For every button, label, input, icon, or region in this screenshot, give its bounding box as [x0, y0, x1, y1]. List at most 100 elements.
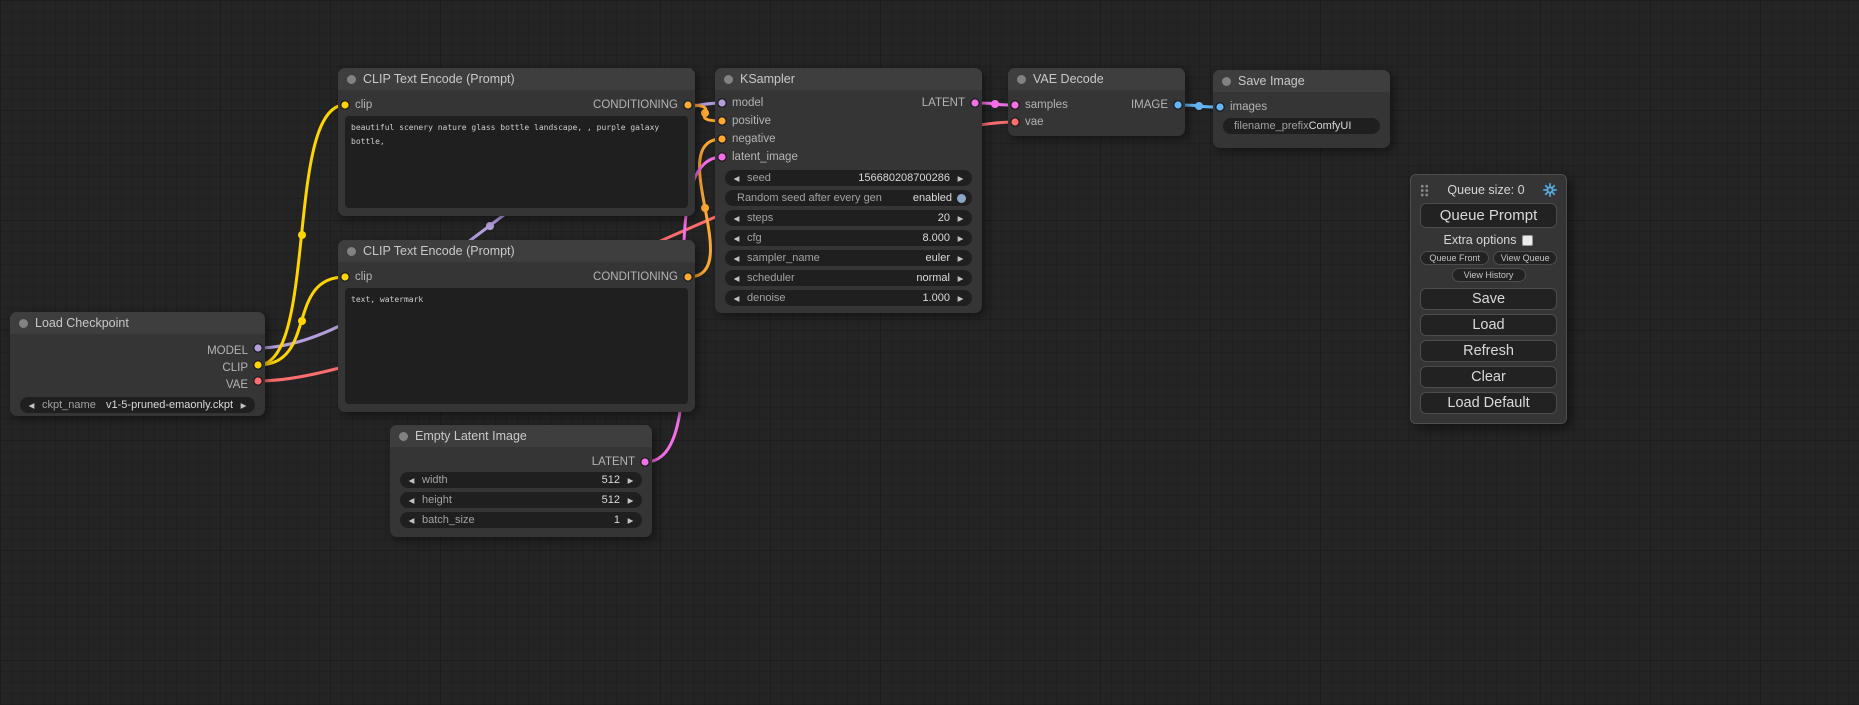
- arrow-left-icon[interactable]: ◀: [731, 274, 742, 283]
- widget-value: 156680208700286: [858, 172, 950, 184]
- node-ksampler[interactable]: KSampler model positive negative latent_…: [715, 68, 982, 313]
- drag-handle-icon[interactable]: [1420, 184, 1429, 197]
- node-title: CLIP Text Encode (Prompt): [363, 72, 515, 86]
- view-queue-button[interactable]: View Queue: [1493, 251, 1557, 265]
- widget-ckpt-name[interactable]: ◀ ckpt_name v1-5-pruned-emaonly.ckpt ▶: [20, 397, 255, 413]
- node-clip-positive-titlebar[interactable]: CLIP Text Encode (Prompt): [338, 68, 695, 90]
- link-midpoint-dot-cond-positive[interactable]: [701, 109, 709, 117]
- arrow-left-icon[interactable]: ◀: [406, 516, 417, 525]
- slot-input-samples[interactable]: samples: [1008, 97, 1068, 114]
- node-clip-text-encode-negative[interactable]: CLIP Text Encode (Prompt) clip CONDITION…: [338, 240, 695, 412]
- slot-output-clip[interactable]: CLIP: [207, 360, 265, 377]
- prompt-textarea[interactable]: beautiful scenery nature glass bottle la…: [345, 116, 688, 208]
- arrow-right-icon[interactable]: ▶: [625, 516, 636, 525]
- widget-height[interactable]: ◀ height 512 ▶: [400, 492, 642, 508]
- widget-sampler-name[interactable]: ◀ sampler_name euler ▶: [725, 250, 972, 266]
- slot-input-clip[interactable]: clip: [338, 96, 372, 114]
- node-vae-decode-titlebar[interactable]: VAE Decode: [1008, 68, 1185, 90]
- slot-label-conditioning: CONDITIONING: [593, 271, 678, 283]
- node-load-checkpoint[interactable]: Load Checkpoint MODEL CLIP VAE ◀ ckpt_na…: [10, 312, 265, 416]
- node-vae-decode[interactable]: VAE Decode samples vae IMAGE: [1008, 68, 1185, 136]
- load-default-button[interactable]: Load Default: [1420, 392, 1557, 414]
- arrow-left-icon[interactable]: ◀: [731, 294, 742, 303]
- arrow-left-icon[interactable]: ◀: [731, 254, 742, 263]
- link-midpoint-dot-model[interactable]: [486, 222, 494, 230]
- widget-value: enabled: [913, 192, 952, 204]
- collapse-dot[interactable]: [347, 247, 356, 256]
- slot-output-latent[interactable]: LATENT: [922, 94, 982, 112]
- node-canvas[interactable]: Load Checkpoint MODEL CLIP VAE ◀ ckpt_na…: [0, 0, 1859, 705]
- arrow-left-icon[interactable]: ◀: [731, 174, 742, 183]
- slot-input-negative[interactable]: negative: [715, 130, 798, 148]
- widget-seed[interactable]: ◀ seed 156680208700286 ▶: [725, 170, 972, 186]
- link-midpoint-dot-samples[interactable]: [991, 100, 999, 108]
- view-history-button[interactable]: View History: [1452, 268, 1526, 282]
- node-empty-latent-titlebar[interactable]: Empty Latent Image: [390, 425, 652, 447]
- arrow-left-icon[interactable]: ◀: [406, 496, 417, 505]
- arrow-left-icon[interactable]: ◀: [731, 214, 742, 223]
- collapse-dot[interactable]: [19, 319, 28, 328]
- node-empty-latent-image[interactable]: Empty Latent Image LATENT ◀ width 512 ▶ …: [390, 425, 652, 537]
- arrow-right-icon[interactable]: ▶: [238, 401, 249, 410]
- slot-output-conditioning[interactable]: CONDITIONING: [593, 96, 695, 114]
- slot-output-image[interactable]: IMAGE: [1131, 97, 1185, 114]
- node-save-image-titlebar[interactable]: Save Image: [1213, 70, 1390, 92]
- node-clip-negative-titlebar[interactable]: CLIP Text Encode (Prompt): [338, 240, 695, 262]
- save-button[interactable]: Save: [1420, 288, 1557, 310]
- arrow-right-icon[interactable]: ▶: [955, 254, 966, 263]
- slot-output-latent[interactable]: LATENT: [592, 455, 652, 469]
- slot-input-images[interactable]: images: [1213, 99, 1267, 116]
- collapse-dot[interactable]: [399, 432, 408, 441]
- collapse-dot[interactable]: [724, 75, 733, 84]
- slot-input-model[interactable]: model: [715, 94, 798, 112]
- arrow-right-icon[interactable]: ▶: [955, 214, 966, 223]
- queue-front-button[interactable]: Queue Front: [1420, 251, 1489, 265]
- clear-button[interactable]: Clear: [1420, 366, 1557, 388]
- slot-input-vae[interactable]: vae: [1008, 114, 1068, 131]
- link-midpoint-dot-clip-negative[interactable]: [298, 317, 306, 325]
- arrow-right-icon[interactable]: ▶: [955, 294, 966, 303]
- collapse-dot[interactable]: [347, 75, 356, 84]
- extra-options-checkbox[interactable]: [1522, 235, 1533, 246]
- widget-filename-prefix[interactable]: filename_prefix ComfyUI: [1223, 118, 1380, 134]
- link-midpoint-dot-cond-negative[interactable]: [701, 204, 709, 212]
- widget-width[interactable]: ◀ width 512 ▶: [400, 472, 642, 488]
- node-ksampler-titlebar[interactable]: KSampler: [715, 68, 982, 90]
- widget-steps[interactable]: ◀ steps 20 ▶: [725, 210, 972, 226]
- node-clip-text-encode-positive[interactable]: CLIP Text Encode (Prompt) clip CONDITION…: [338, 68, 695, 216]
- arrow-right-icon[interactable]: ▶: [625, 476, 636, 485]
- load-button[interactable]: Load: [1420, 314, 1557, 336]
- toggle-dot[interactable]: [957, 194, 966, 203]
- arrow-right-icon[interactable]: ▶: [955, 174, 966, 183]
- widget-cfg[interactable]: ◀ cfg 8.000 ▶: [725, 230, 972, 246]
- link-midpoint-dot-image[interactable]: [1195, 102, 1203, 110]
- prompt-textarea[interactable]: text, watermark: [345, 288, 688, 404]
- widget-scheduler[interactable]: ◀ scheduler normal ▶: [725, 270, 972, 286]
- slot-output-model[interactable]: MODEL: [207, 343, 265, 360]
- arrow-left-icon[interactable]: ◀: [406, 476, 417, 485]
- arrow-left-icon[interactable]: ◀: [26, 401, 37, 410]
- collapse-dot[interactable]: [1222, 77, 1231, 86]
- slot-input-positive[interactable]: positive: [715, 112, 798, 130]
- widget-random-seed-toggle[interactable]: Random seed after every gen enabled: [725, 190, 972, 206]
- node-load-checkpoint-titlebar[interactable]: Load Checkpoint: [10, 312, 265, 334]
- link-midpoint-dot-clip-positive[interactable]: [298, 231, 306, 239]
- refresh-button[interactable]: Refresh: [1420, 340, 1557, 362]
- queue-prompt-button[interactable]: Queue Prompt: [1420, 203, 1557, 228]
- widget-batch-size[interactable]: ◀ batch_size 1 ▶: [400, 512, 642, 528]
- widget-denoise[interactable]: ◀ denoise 1.000 ▶: [725, 290, 972, 306]
- widget-label: seed: [747, 172, 771, 184]
- collapse-dot[interactable]: [1017, 75, 1026, 84]
- slot-input-latent-image[interactable]: latent_image: [715, 148, 798, 166]
- arrow-right-icon[interactable]: ▶: [955, 234, 966, 243]
- slot-output-vae[interactable]: VAE: [207, 377, 265, 394]
- arrow-right-icon[interactable]: ▶: [625, 496, 636, 505]
- slot-output-conditioning[interactable]: CONDITIONING: [593, 268, 695, 286]
- slot-label-model: model: [732, 97, 763, 109]
- slot-input-clip[interactable]: clip: [338, 268, 372, 286]
- arrow-left-icon[interactable]: ◀: [731, 234, 742, 243]
- arrow-right-icon[interactable]: ▶: [955, 274, 966, 283]
- settings-gear-icon[interactable]: [1543, 183, 1557, 197]
- widget-label: steps: [747, 212, 773, 224]
- node-save-image[interactable]: Save Image images filename_prefix ComfyU…: [1213, 70, 1390, 148]
